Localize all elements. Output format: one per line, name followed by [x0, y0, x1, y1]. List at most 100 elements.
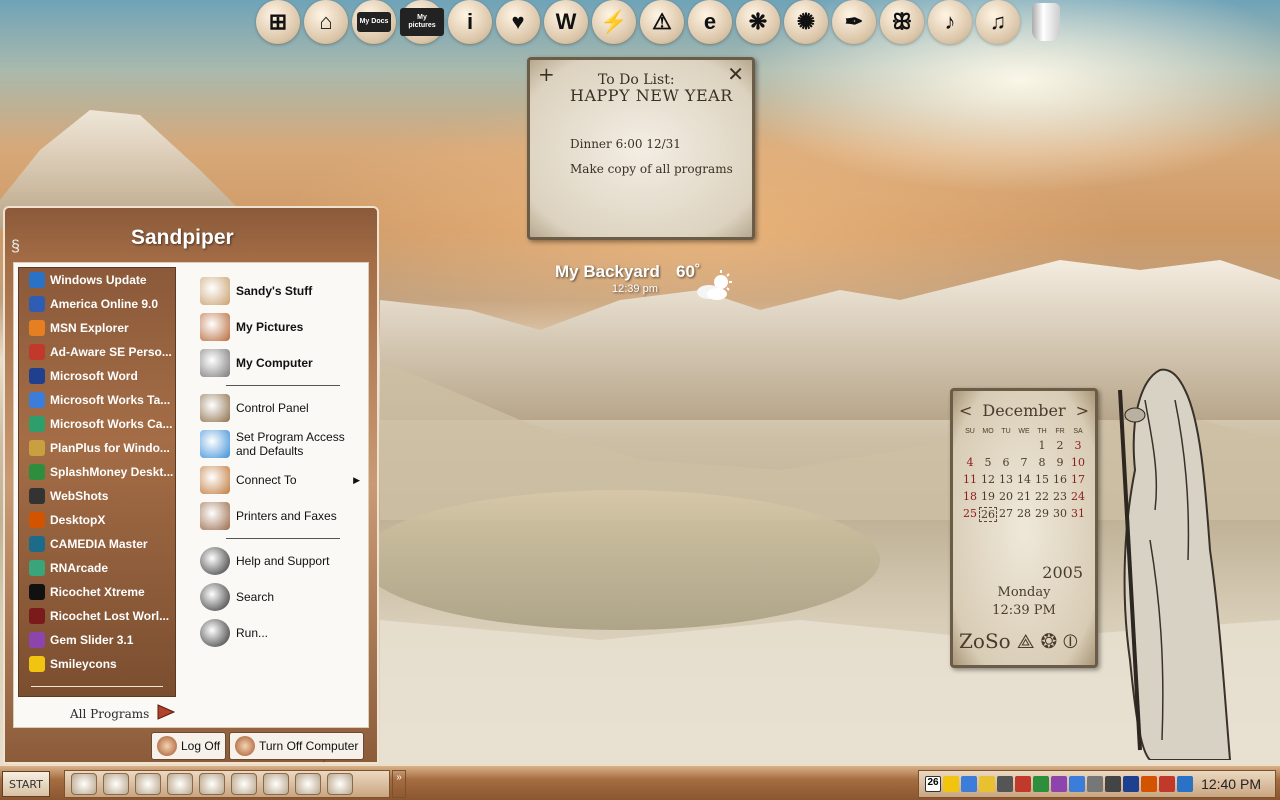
windows-logo-icon[interactable]: ⊞	[256, 0, 300, 44]
program-item[interactable]: PlanPlus for Windo...	[19, 436, 175, 460]
tray-icon[interactable]	[1159, 776, 1175, 792]
program-item[interactable]: Windows Update	[19, 268, 175, 292]
tray-icon[interactable]	[1123, 776, 1139, 792]
calendar-day[interactable]: 17	[1069, 473, 1087, 486]
warning-icon[interactable]: ⚠	[640, 0, 684, 44]
double-note-icon[interactable]: ♫	[976, 0, 1020, 44]
w-icon[interactable]: W	[544, 0, 588, 44]
program-item[interactable]: MSN Explorer	[19, 316, 175, 340]
todo-item[interactable]: HAPPY NEW YEAR	[570, 86, 733, 105]
calendar-day[interactable]: 13	[997, 473, 1015, 486]
start-button[interactable]: START	[2, 771, 50, 797]
calendar-day[interactable]: 29	[1033, 507, 1051, 522]
tray-icon[interactable]	[1177, 776, 1193, 792]
calendar-today[interactable]: 26	[979, 507, 997, 522]
program-item[interactable]: Microsoft Works Ca...	[19, 412, 175, 436]
calendar-day[interactable]: 30	[1051, 507, 1069, 522]
calendar-day[interactable]: 20	[997, 490, 1015, 503]
quick-launch-icon[interactable]	[327, 773, 353, 795]
program-item[interactable]: SplashMoney Deskt...	[19, 460, 175, 484]
program-item[interactable]: Microsoft Works Ta...	[19, 388, 175, 412]
calendar-day[interactable]: 10	[1069, 456, 1087, 469]
place-item[interactable]: My Pictures	[200, 309, 366, 345]
calendar-day[interactable]: 4	[961, 456, 979, 469]
calendar-day[interactable]: 2	[1051, 439, 1069, 452]
home-icon[interactable]: ⌂	[304, 0, 348, 44]
info-icon[interactable]: i	[448, 0, 492, 44]
calendar-day[interactable]: 12	[979, 473, 997, 486]
turn-off-button[interactable]: Turn Off Computer	[229, 732, 365, 760]
recycle-bin-icon[interactable]	[1024, 0, 1068, 44]
close-icon[interactable]: ✕	[727, 62, 744, 86]
todo-list-widget[interactable]: + ✕ To Do List: HAPPY NEW YEAR Dinner 6:…	[527, 57, 755, 240]
place-item[interactable]: Run...	[200, 615, 366, 651]
calendar-day[interactable]: 27	[997, 507, 1015, 522]
tray-icon[interactable]	[1087, 776, 1103, 792]
calendar-day[interactable]: 21	[1015, 490, 1033, 503]
quick-launch-icon[interactable]	[263, 773, 289, 795]
program-item[interactable]: America Online 9.0	[19, 292, 175, 316]
calendar-day[interactable]: 19	[979, 490, 997, 503]
program-item[interactable]: Gem Slider 3.1	[19, 628, 175, 652]
tray-icon[interactable]	[1033, 776, 1049, 792]
my-pictures-icon[interactable]: My pictures	[400, 0, 444, 44]
taskbar-clock[interactable]: 12:40 PM	[1201, 776, 1261, 792]
todo-item[interactable]: Dinner 6:00 12/31	[570, 137, 681, 151]
all-programs-button[interactable]: All Programs	[70, 707, 149, 721]
quick-launch-chevron[interactable]: »	[392, 770, 406, 798]
program-item[interactable]: CAMEDIA Master	[19, 532, 175, 556]
tray-icon[interactable]	[1105, 776, 1121, 792]
chat-bubble-icon[interactable]: ❋	[736, 0, 780, 44]
program-item[interactable]: Microsoft Word	[19, 364, 175, 388]
tray-icon[interactable]	[997, 776, 1013, 792]
calendar-day[interactable]: 15	[1033, 473, 1051, 486]
tray-icon[interactable]	[1015, 776, 1031, 792]
program-item[interactable]: Smileycons	[19, 652, 175, 676]
quick-launch-icon[interactable]	[71, 773, 97, 795]
quick-launch-icon[interactable]	[295, 773, 321, 795]
place-item[interactable]: Help and Support	[200, 543, 366, 579]
tray-icon[interactable]	[979, 776, 995, 792]
todo-item[interactable]: Make copy of all programs	[570, 162, 733, 176]
tray-icon[interactable]	[943, 776, 959, 792]
calendar-day[interactable]: 16	[1051, 473, 1069, 486]
quick-launch-icon[interactable]	[135, 773, 161, 795]
quick-launch-icon[interactable]	[167, 773, 193, 795]
quick-launch-icon[interactable]	[231, 773, 257, 795]
calendar-day[interactable]: 3	[1069, 439, 1087, 452]
calendar-day[interactable]: 5	[979, 456, 997, 469]
calendar-day[interactable]: 22	[1033, 490, 1051, 503]
weather-widget[interactable]: My Backyard 60˚ 12:39 pm	[555, 262, 732, 300]
calendar-day[interactable]: 28	[1015, 507, 1033, 522]
place-item[interactable]: Printers and Faxes	[200, 498, 366, 534]
program-item[interactable]: WebShots	[19, 484, 175, 508]
program-item[interactable]: DesktopX	[19, 508, 175, 532]
heart-icon[interactable]: ♥	[496, 0, 540, 44]
previous-month-icon[interactable]: <	[959, 401, 972, 420]
place-item[interactable]: Search	[200, 579, 366, 615]
place-item[interactable]: My Computer	[200, 345, 366, 381]
tray-icon[interactable]	[961, 776, 977, 792]
internet-explorer-icon[interactable]: e	[688, 0, 732, 44]
calendar-day[interactable]: 1	[1033, 439, 1051, 452]
tray-icon[interactable]	[1069, 776, 1085, 792]
place-item[interactable]: Set Program Access and Defaults	[200, 426, 366, 462]
feather-icon[interactable]: ✒	[832, 0, 876, 44]
place-item[interactable]: Sandy's Stuff	[200, 273, 366, 309]
calendar-day[interactable]: 18	[961, 490, 979, 503]
place-item[interactable]: Connect To ▶	[200, 462, 366, 498]
calendar-day[interactable]: 24	[1069, 490, 1087, 503]
calendar-day[interactable]: 14	[1015, 473, 1033, 486]
program-item[interactable]: Ricochet Xtreme	[19, 580, 175, 604]
calendar-day[interactable]: 9	[1051, 456, 1069, 469]
butterfly-icon[interactable]: ꕥ	[880, 0, 924, 44]
calendar-day[interactable]: 6	[997, 456, 1015, 469]
all-programs-arrow-icon[interactable]	[156, 703, 176, 721]
log-off-button[interactable]: Log Off	[151, 732, 227, 760]
program-item[interactable]: Ad-Aware SE Perso...	[19, 340, 175, 364]
music-note-icon[interactable]: ♪	[928, 0, 972, 44]
flower-icon[interactable]: ✺	[784, 0, 828, 44]
lightning-icon[interactable]: ⚡	[592, 0, 636, 44]
tray-calendar-icon[interactable]: 26	[925, 776, 941, 792]
program-item[interactable]: RNArcade	[19, 556, 175, 580]
